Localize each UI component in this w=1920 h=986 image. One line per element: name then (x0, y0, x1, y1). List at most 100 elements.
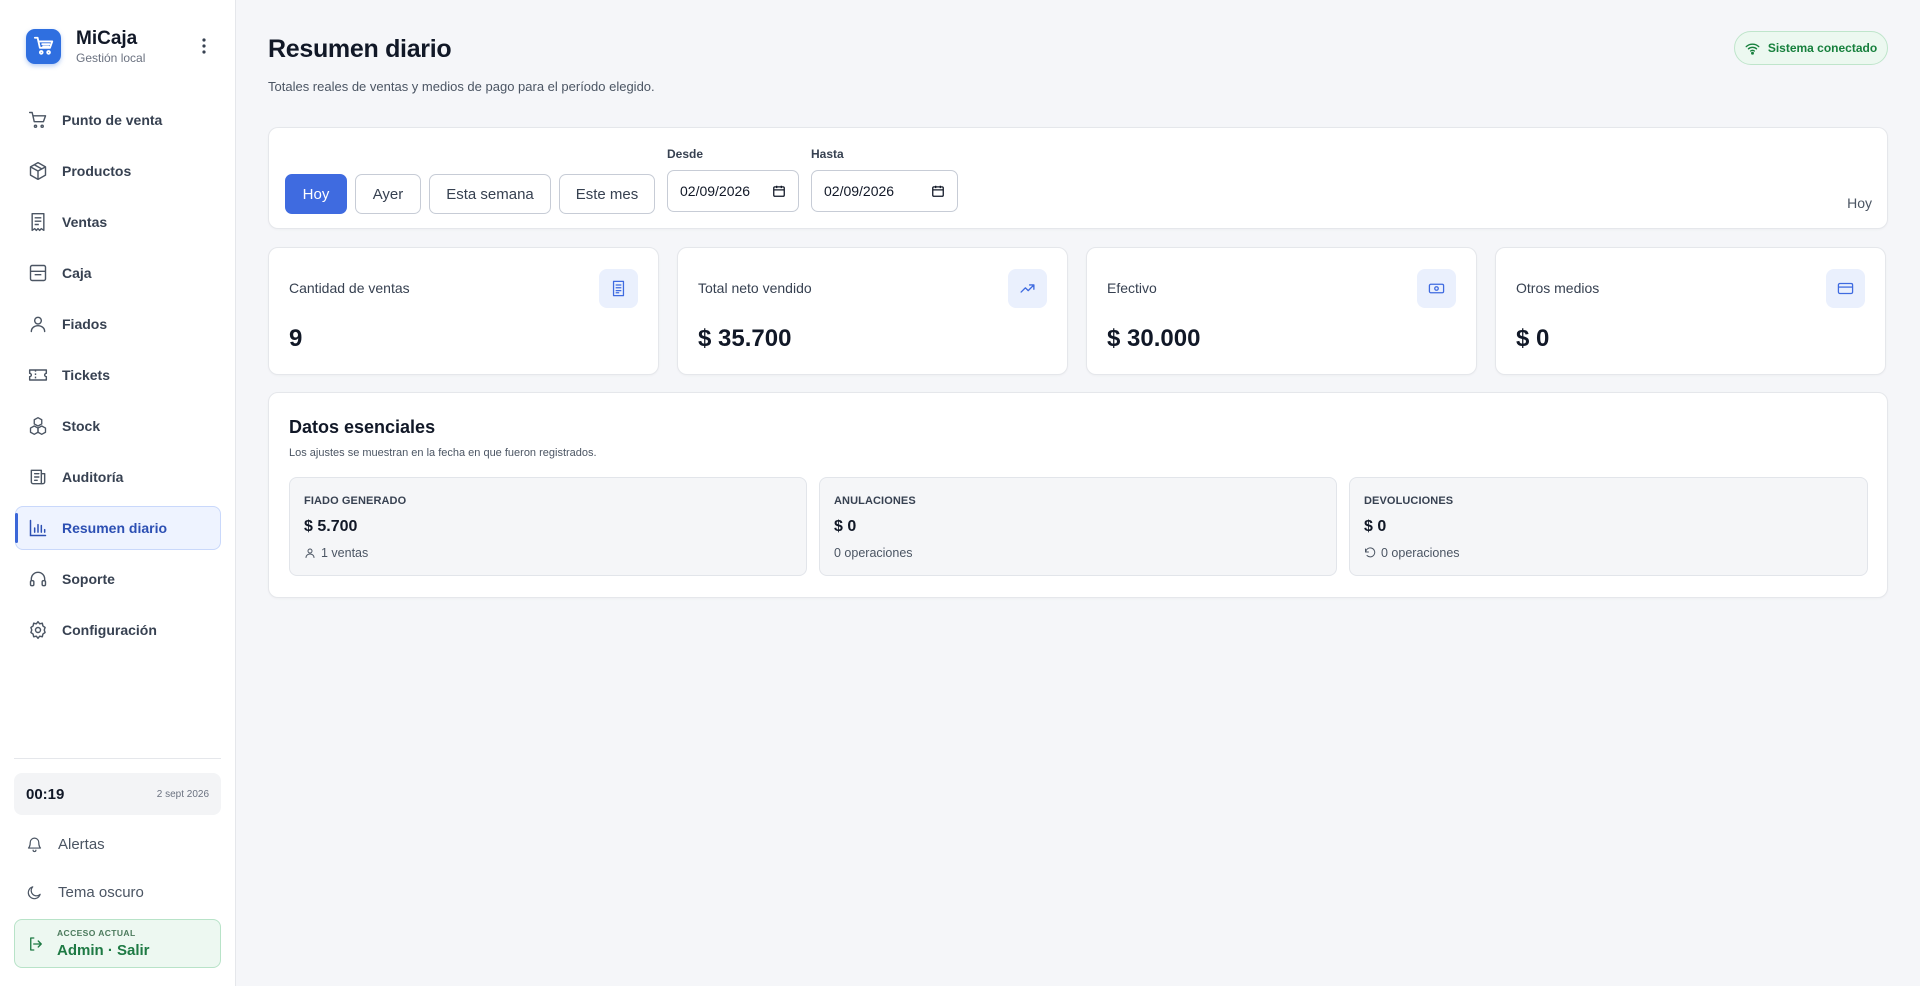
theme-label: Tema oscuro (58, 883, 144, 901)
cash-drawer-icon (28, 263, 48, 283)
alerts-link[interactable]: Alertas (26, 832, 105, 856)
cart-icon (28, 110, 48, 130)
trend-up-icon (1008, 269, 1047, 308)
stat-value: $ 30.000 (1107, 325, 1201, 352)
sidebar-item-resumen-diario[interactable]: Resumen diario (15, 506, 221, 550)
access-user: Admin · Salir (57, 941, 150, 959)
banknote-icon (1417, 269, 1456, 308)
brand-name: MiCaja (76, 27, 138, 49)
calendar-icon[interactable] (931, 184, 945, 201)
sidebar-item-stock[interactable]: Stock (15, 404, 221, 448)
sidebar-item-label: Resumen diario (62, 520, 168, 536)
status-badge: Sistema conectado (1734, 31, 1888, 65)
clock-time: 00:19 (26, 785, 65, 803)
stat-label: Efectivo (1107, 280, 1157, 296)
sidebar-item-fiados[interactable]: Fiados (15, 302, 221, 346)
logout-icon (27, 935, 45, 953)
stat-label: Cantidad de ventas (289, 280, 410, 296)
cart-logo-icon (26, 28, 61, 64)
essential-foot: 1 ventas (304, 546, 368, 560)
logout-button[interactable]: ACCESO ACTUAL Admin · Salir (14, 919, 221, 968)
from-date-input[interactable]: 02/09/2026 (667, 170, 799, 212)
stat-value: $ 0 (1516, 325, 1550, 352)
range-week-button[interactable]: Esta semana (429, 174, 551, 214)
stat-card-other-methods: Otros medios $ 0 (1495, 247, 1886, 375)
brand: MiCaja Gestión local (26, 26, 222, 66)
range-today-button[interactable]: Hoy (285, 174, 347, 214)
to-date-input[interactable]: 02/09/2026 (811, 170, 958, 212)
range-month-button[interactable]: Este mes (559, 174, 655, 214)
gear-icon (28, 620, 48, 640)
essentials-card: Datos esenciales Los ajustes se muestran… (268, 392, 1888, 598)
access-label: ACCESO ACTUAL (57, 927, 136, 938)
sidebar-item-punto-de-venta[interactable]: Punto de venta (15, 98, 221, 142)
stat-card-sales-count: Cantidad de ventas 9 (268, 247, 659, 375)
status-text: Sistema conectado (1767, 41, 1878, 55)
stat-label: Otros medios (1516, 280, 1600, 296)
sidebar-item-label: Productos (62, 163, 132, 179)
clock: 00:19 2 sept 2026 (14, 773, 221, 815)
sidebar: MiCaja Gestión local Punto de venta Prod… (0, 0, 236, 986)
essential-label: DEVOLUCIONES (1364, 495, 1454, 507)
to-label: Hasta (811, 147, 844, 161)
to-date-value: 02/09/2026 (824, 183, 895, 199)
bell-icon (26, 836, 44, 853)
calendar-icon[interactable] (772, 184, 786, 201)
sidebar-item-caja[interactable]: Caja (15, 251, 221, 295)
sidebar-item-label: Stock (62, 418, 101, 434)
sidebar-item-ventas[interactable]: Ventas (15, 200, 221, 244)
essentials-subtitle: Los ajustes se muestran en la fecha en q… (289, 447, 597, 459)
essential-foot-text: 0 operaciones (1381, 546, 1460, 560)
alerts-label: Alertas (58, 835, 105, 853)
audit-icon (28, 467, 48, 487)
essential-voids-box: ANULACIONES $ 0 0 operaciones (819, 477, 1337, 576)
sidebar-item-label: Ventas (62, 214, 108, 230)
essential-foot: 0 operaciones (834, 546, 913, 560)
undo-icon (1364, 547, 1376, 559)
page-subtitle: Totales reales de ventas y medios de pag… (268, 79, 655, 94)
boxes-icon (28, 416, 48, 436)
clock-date: 2 sept 2026 (156, 788, 209, 800)
box-icon (28, 161, 48, 181)
wifi-icon (1745, 42, 1760, 55)
user-icon (304, 547, 316, 559)
sidebar-divider (14, 758, 221, 759)
sidebar-item-label: Fiados (62, 316, 108, 332)
sidebar-item-label: Auditoría (62, 469, 124, 485)
sidebar-item-productos[interactable]: Productos (15, 149, 221, 193)
sidebar-item-soporte[interactable]: Soporte (15, 557, 221, 601)
essential-label: FIADO GENERADO (304, 495, 407, 507)
document-icon (599, 269, 638, 308)
essential-value: $ 0 (1364, 518, 1387, 535)
stat-value: 9 (289, 325, 303, 352)
essential-foot-text: 1 ventas (321, 546, 369, 560)
sidebar-item-tickets[interactable]: Tickets (15, 353, 221, 397)
essential-credit-box: FIADO GENERADO $ 5.700 1 ventas (289, 477, 807, 576)
essential-value: $ 0 (834, 518, 857, 535)
sidebar-item-label: Configuración (62, 622, 157, 638)
more-vertical-icon[interactable] (196, 36, 212, 56)
from-date-value: 02/09/2026 (680, 183, 751, 199)
stat-label: Total neto vendido (698, 280, 812, 296)
sidebar-item-label: Punto de venta (62, 112, 163, 128)
user-icon (28, 314, 48, 334)
range-yesterday-button[interactable]: Ayer (355, 174, 421, 214)
receipt-icon (28, 212, 48, 232)
essentials-title: Datos esenciales (289, 417, 436, 437)
period-label: Hoy (1847, 195, 1872, 211)
stat-value: $ 35.700 (698, 325, 792, 352)
page-title: Resumen diario (268, 35, 452, 63)
credit-card-icon (1826, 269, 1865, 308)
bar-chart-icon (28, 518, 48, 538)
moon-icon (26, 884, 44, 901)
sidebar-item-configuracion[interactable]: Configuración (15, 608, 221, 652)
sidebar-nav: Punto de venta Productos Ventas Caja Fia… (15, 98, 221, 659)
essential-value: $ 5.700 (304, 518, 358, 535)
sidebar-item-label: Tickets (62, 367, 110, 383)
sidebar-item-auditoria[interactable]: Auditoría (15, 455, 221, 499)
from-label: Desde (667, 147, 704, 161)
essential-returns-box: DEVOLUCIONES $ 0 0 operaciones (1349, 477, 1868, 576)
theme-toggle[interactable]: Tema oscuro (26, 880, 144, 904)
essential-label: ANULACIONES (834, 495, 916, 507)
ticket-icon (28, 365, 48, 385)
